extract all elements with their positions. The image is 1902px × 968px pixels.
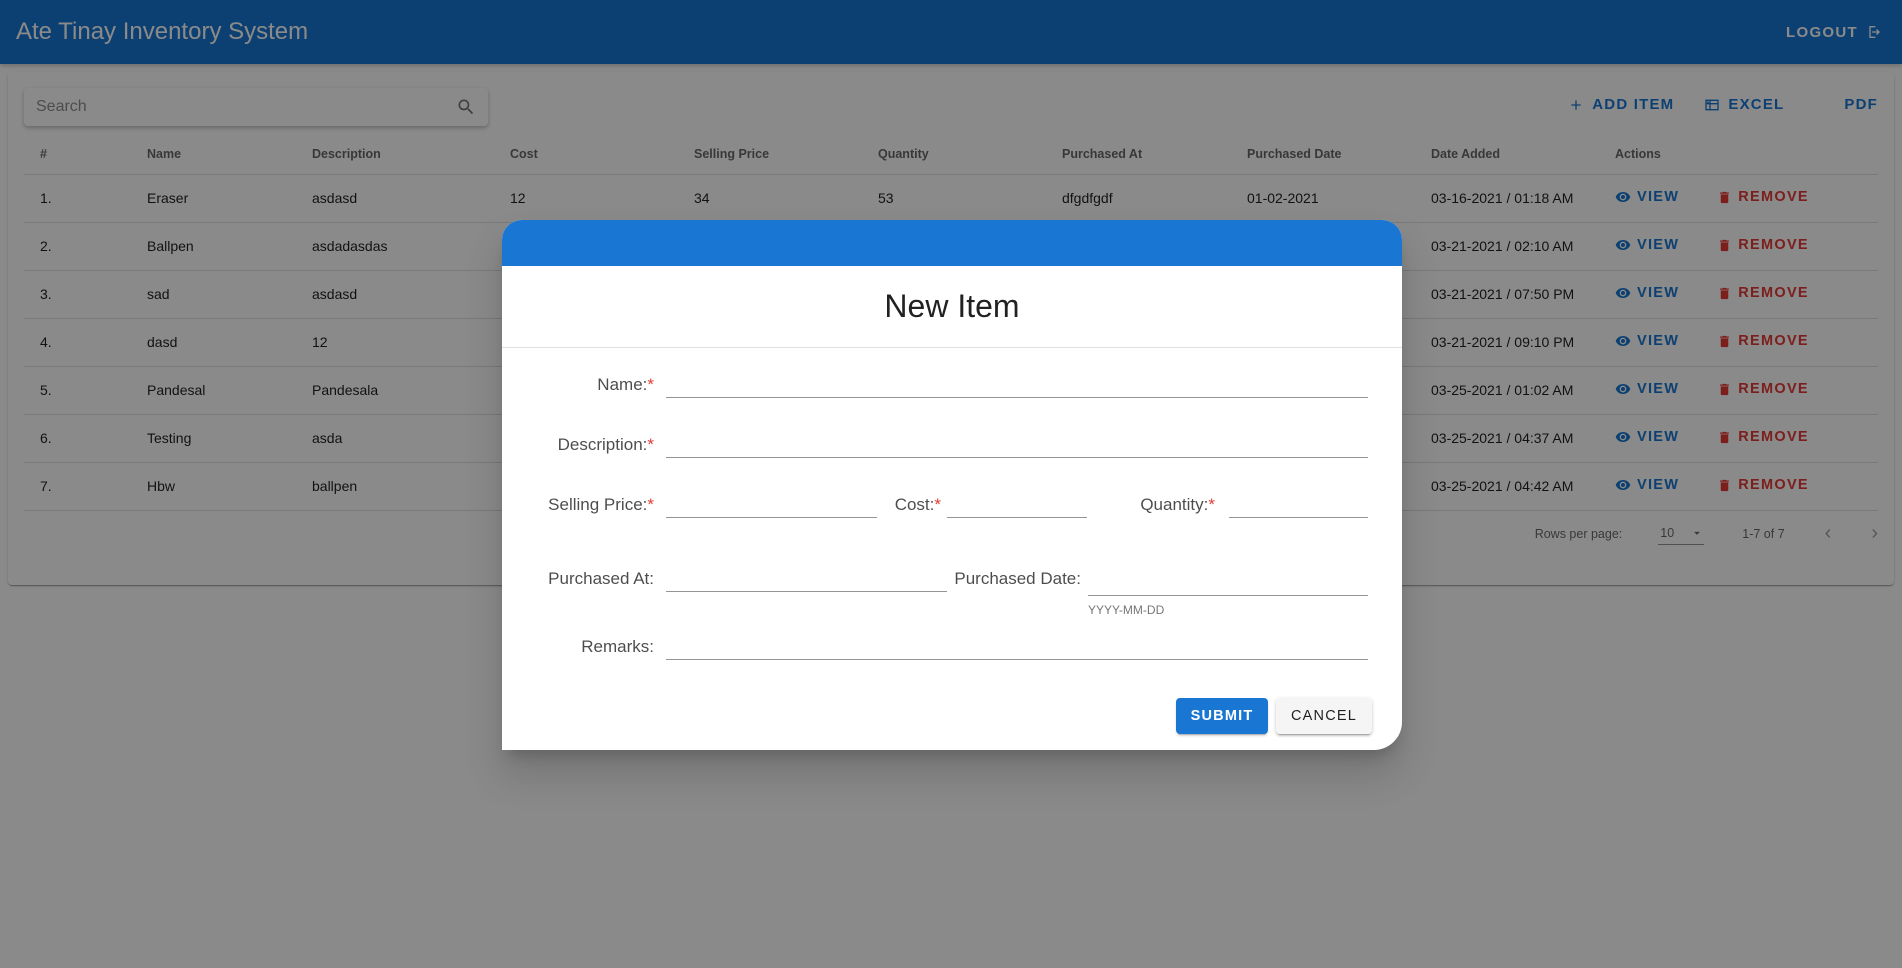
required-mark: *	[934, 495, 941, 514]
quantity-label: Quantity:*	[1140, 495, 1215, 515]
description-label-text: Description:	[557, 435, 648, 454]
description-label: Description:*	[558, 435, 654, 455]
purchased-date-label: Purchased Date:	[954, 569, 1081, 588]
name-field[interactable]	[666, 374, 1368, 398]
required-mark: *	[647, 375, 654, 394]
name-label-text: Name:	[597, 375, 648, 394]
cost-field[interactable]	[947, 494, 1087, 518]
remarks-field[interactable]	[666, 636, 1368, 660]
selling-price-label-text: Selling Price:	[548, 495, 648, 514]
remarks-label: Remarks:	[581, 637, 654, 656]
purchased-date-hint: YYYY-MM-DD	[1088, 603, 1165, 617]
purchased-at-field[interactable]	[666, 568, 947, 592]
required-mark: *	[1208, 495, 1215, 514]
description-field[interactable]	[666, 434, 1368, 458]
selling-price-label: Selling Price:*	[548, 495, 654, 515]
purchased-date-field[interactable]	[1088, 572, 1368, 596]
new-item-dialog: New Item Name:* Description:* Selling Pr…	[502, 220, 1402, 750]
dialog-header-bar	[502, 220, 1402, 266]
purchased-at-label: Purchased At:	[548, 569, 654, 588]
dialog-title: New Item	[502, 266, 1402, 348]
quantity-field[interactable]	[1229, 494, 1368, 518]
cancel-button[interactable]: CANCEL	[1276, 698, 1372, 734]
quantity-label-text: Quantity:	[1140, 495, 1209, 514]
cost-label-text: Cost:	[894, 495, 935, 514]
submit-button[interactable]: SUBMIT	[1176, 698, 1268, 734]
required-mark: *	[647, 495, 654, 514]
cost-label: Cost:*	[895, 495, 941, 515]
required-mark: *	[647, 435, 654, 454]
selling-price-field[interactable]	[666, 494, 877, 518]
name-label: Name:*	[597, 375, 654, 395]
